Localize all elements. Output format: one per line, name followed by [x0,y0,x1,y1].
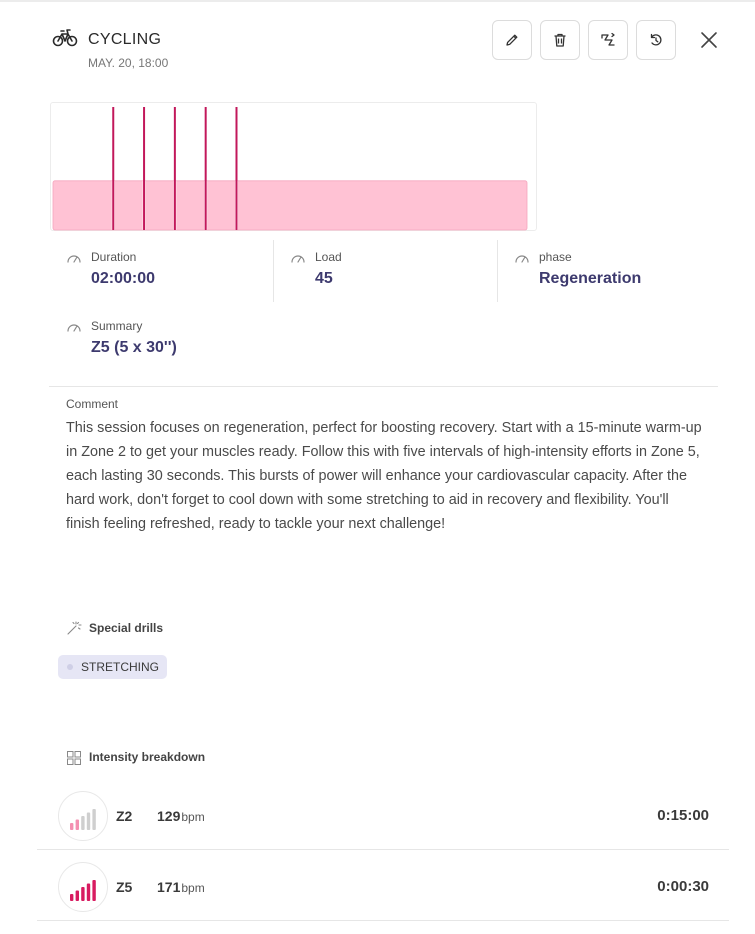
row-divider [37,920,729,921]
metric-summary-label: Summary [91,319,143,333]
drills-title: Special drills [89,621,164,635]
bpm-value: 129 [157,808,181,824]
zone-time: 0:15:00 [657,807,709,824]
metric-phase-value: Regeneration [539,270,642,287]
divider [273,240,274,302]
signal-bar [75,890,79,901]
signal-bar [81,816,85,830]
gauge-icon [67,255,81,263]
comment-label: Comment [66,397,119,411]
metric-load-value: 45 [315,270,333,287]
signal-bar [86,812,91,830]
drill-chip[interactable]: STRETCHING [58,655,167,679]
metric-duration-label: Duration [91,250,137,264]
trash-icon [554,33,566,47]
chart-interval-bar [173,107,176,230]
undo-button[interactable] [636,20,676,60]
signal-bar [92,809,96,830]
workout-title: CYCLING [88,31,162,48]
signal-bar [92,880,96,901]
route-button[interactable] [588,20,628,60]
workout-chart-svg [52,107,528,231]
undo-icon [650,33,662,46]
zone-badge [58,862,108,912]
zone-name: Z5 [116,879,133,895]
chart-interval-bar [143,107,146,230]
zone-name: Z2 [116,808,133,824]
pencil-icon [506,34,518,46]
gauge-icon [67,324,81,332]
grid-icon [67,751,81,765]
top-border [0,0,755,2]
magic-wand-icon [67,621,82,635]
bpm-value: 171 [157,879,181,895]
signal-bar [70,894,74,901]
gauge-icon [291,255,305,263]
chart-interval-bar [204,107,207,230]
signal-bars-icon [70,809,96,830]
intensity-title: Intensity breakdown [89,750,206,764]
signal-bar [75,819,79,830]
chart-zone-block [52,180,528,231]
chart-interval-bar [235,107,238,230]
intensity-row[interactable]: Z2 129bpm 0:15:00 [37,780,729,850]
chip-dot [67,664,73,670]
signal-bars-icon [70,880,96,901]
bpm-unit: bpm [181,810,205,824]
bike-icon [52,29,78,47]
intensity-row[interactable]: Z5 171bpm 0:00:30 [37,851,729,921]
section-divider [49,386,718,387]
workout-chart [50,102,537,231]
close-icon [701,32,717,48]
metric-phase-label: phase [539,250,572,264]
zone-bpm: 171bpm [157,879,205,895]
metric-duration-value: 02:00:00 [91,270,156,287]
signal-bar [81,887,85,901]
metric-load-label: Load [315,250,342,264]
comment-text: This session focuses on regeneration, pe… [66,420,702,532]
row-divider [37,849,729,850]
zone-bpm: 129bpm [157,808,205,824]
workout-date: MAY. 20, 18:00 [88,56,169,70]
metric-summary-value: Z5 (5 x 30'') [91,339,177,356]
divider [497,240,498,302]
signal-bar [70,823,74,830]
drill-chip-label: STRETCHING [81,660,159,674]
delete-button[interactable] [540,20,580,60]
signal-bar [86,883,91,901]
edit-button[interactable] [492,20,532,60]
chart-interval-bar [112,107,115,230]
zone-time: 0:00:30 [657,878,709,895]
gauge-icon [515,255,529,263]
bpm-unit: bpm [181,881,205,895]
close-button[interactable] [697,28,721,52]
route-icon [601,32,615,46]
zone-badge [58,791,108,841]
